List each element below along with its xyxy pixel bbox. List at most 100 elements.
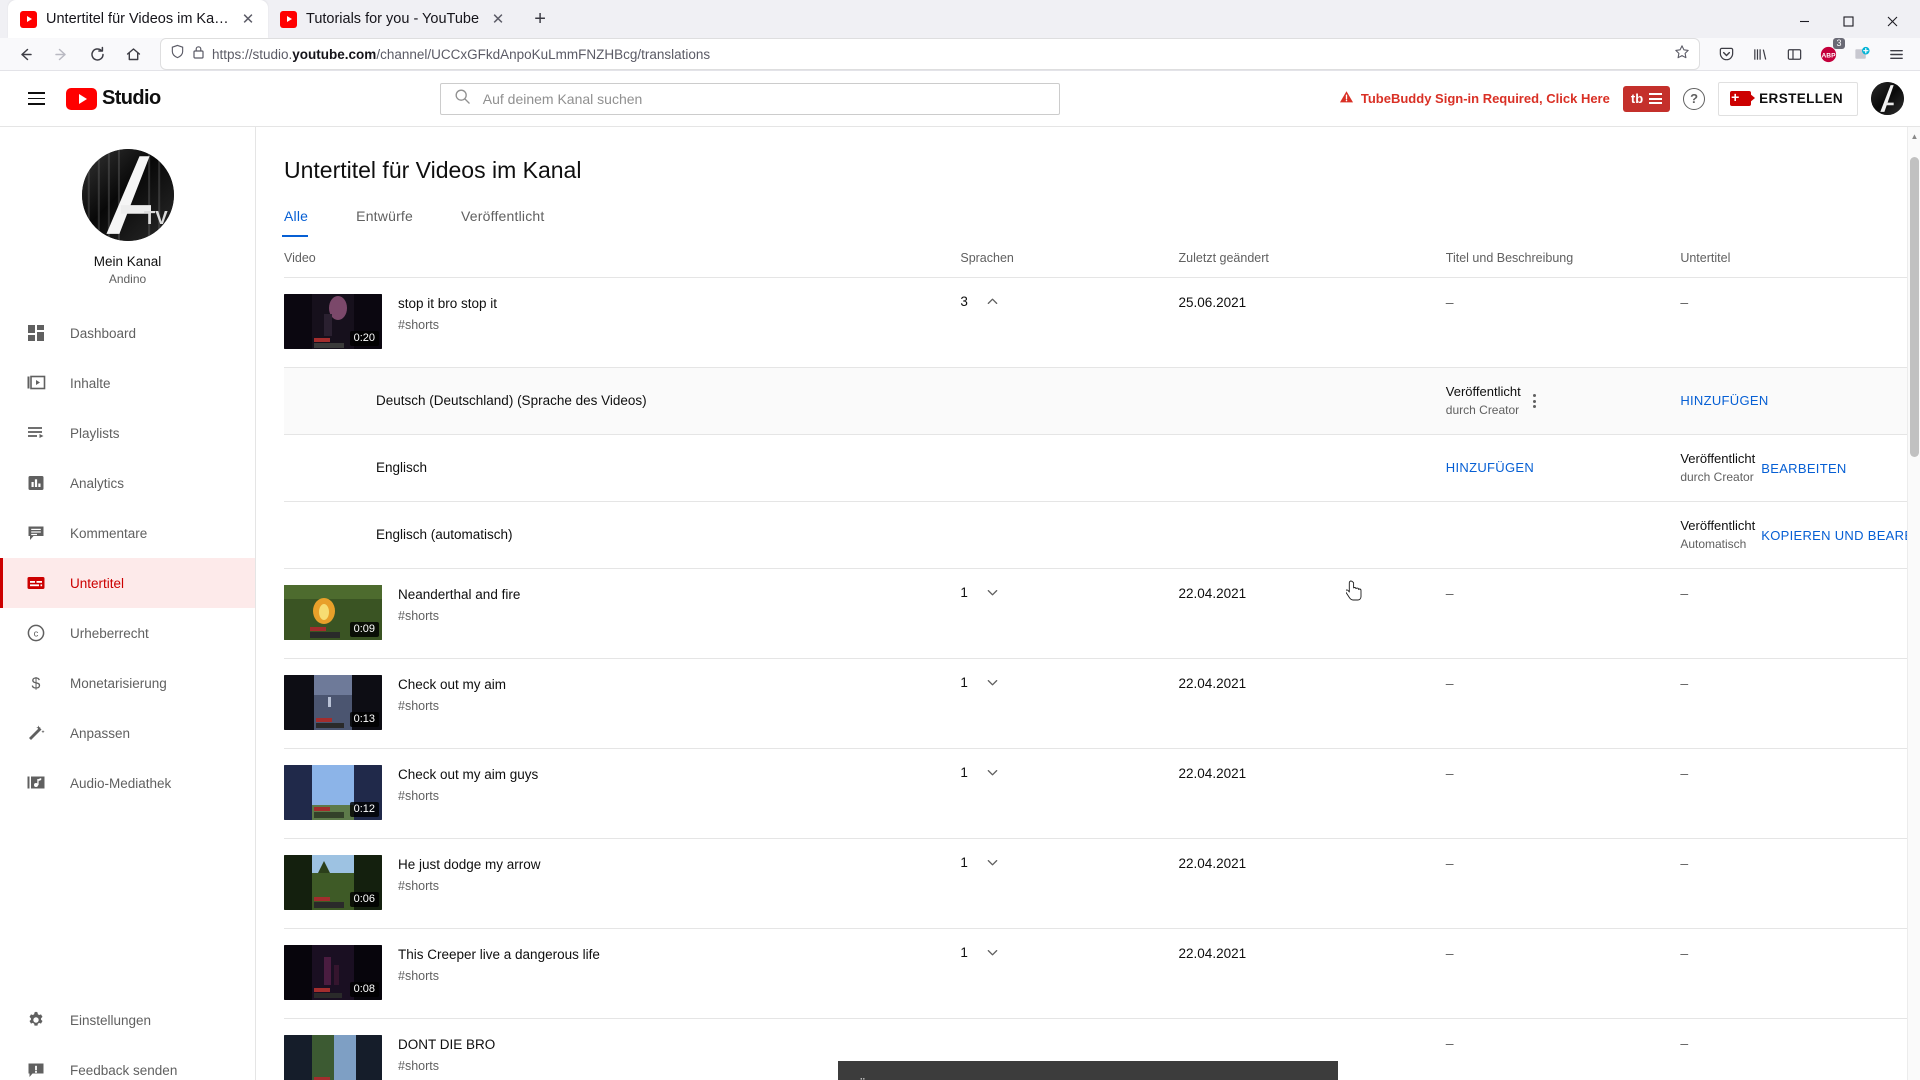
languages-cell[interactable]: 1 <box>960 945 1178 960</box>
browser-tab-2[interactable]: Tutorials for you - YouTube ✕ <box>268 0 518 38</box>
sidebar-item-audio-mediathek[interactable]: Audio-Mediathek <box>0 758 255 808</box>
channel-avatar[interactable]: TV <box>81 149 174 241</box>
forward-icon[interactable] <box>44 38 78 70</box>
back-icon[interactable] <box>8 38 42 70</box>
sidebar-item-playlists[interactable]: Playlists <box>0 408 255 458</box>
maximize-button[interactable] <box>1826 4 1870 38</box>
library-icon[interactable] <box>1744 38 1776 70</box>
scrollbar-thumb[interactable] <box>1910 157 1919 457</box>
language-row[interactable]: Englisch (automatisch) Veröffentlicht Au… <box>284 501 1920 569</box>
search-input[interactable]: Auf deinem Kanal suchen <box>439 82 1060 115</box>
chevron-down-icon[interactable] <box>985 855 1000 870</box>
column-header-video: Video <box>284 237 961 278</box>
sidebar-item-feedback[interactable]: Feedback senden <box>0 1045 255 1080</box>
chevron-down-icon[interactable] <box>985 765 1000 780</box>
home-icon[interactable] <box>116 38 150 70</box>
studio-logo-text: Studio <box>102 87 161 109</box>
close-icon[interactable]: ✕ <box>488 9 508 29</box>
reload-icon[interactable] <box>80 38 114 70</box>
close-window-button[interactable] <box>1870 4 1914 38</box>
browser-tab-1[interactable]: Untertitel für Videos im Kanal - ✕ <box>8 0 268 38</box>
table-row[interactable]: 0:08 This Creeper live a dangerous life … <box>284 928 1920 1019</box>
language-name: Deutsch (Deutschland) (Sprache des Video… <box>376 393 647 408</box>
language-count: 3 <box>960 294 968 309</box>
video-thumbnail[interactable]: 0:08 <box>284 945 382 1000</box>
video-duration: 0:09 <box>349 622 379 637</box>
sidebar-item-kommentare[interactable]: Kommentare <box>0 508 255 558</box>
table-row[interactable]: 0:20 stop it bro stop it #shorts 3 25.06… <box>284 277 1920 368</box>
scrollbar[interactable]: ▲ ▼ <box>1907 127 1920 1080</box>
title-desc-action-link[interactable]: HINZUFÜGEN <box>1446 460 1534 475</box>
tab-veroeffentlicht[interactable]: Veröffentlicht <box>461 208 567 237</box>
video-cell: 0:08 This Creeper live a dangerous life … <box>284 945 960 1000</box>
feedback-icon <box>24 1058 48 1080</box>
video-thumbnail[interactable]: 0:20 <box>284 294 382 349</box>
chevron-down-icon[interactable] <box>985 675 1000 690</box>
hamburger-menu-icon[interactable] <box>16 79 56 119</box>
video-duration: 0:20 <box>349 331 379 346</box>
languages-cell[interactable]: 1 <box>960 585 1178 600</box>
column-header-title-desc: Titel und Beschreibung <box>1445 237 1681 278</box>
youtube-icon <box>20 10 37 28</box>
pocket-icon[interactable] <box>1710 38 1742 70</box>
shield-icon[interactable] <box>170 44 185 64</box>
sidebar-item-monetarisierung[interactable]: $ Monetarisierung <box>0 658 255 708</box>
subtitles-action-link[interactable]: HINZUFÜGEN <box>1680 393 1768 408</box>
sidebar-item-label: Feedback senden <box>70 1062 178 1078</box>
extension-icon[interactable] <box>1846 38 1878 70</box>
column-header-languages: Sprachen <box>960 237 1179 278</box>
video-thumbnail[interactable]: 0:06 <box>284 855 382 910</box>
sidebar-icon[interactable] <box>1778 38 1810 70</box>
studio-logo[interactable]: Studio <box>66 87 161 110</box>
language-row[interactable]: Englisch HINZUFÜGEN Veröffentlicht durch… <box>284 434 1920 502</box>
video-thumbnail[interactable]: 0:09 <box>284 585 382 640</box>
tab-entwuerfe[interactable]: Entwürfe <box>356 208 435 237</box>
tubebuddy-warning[interactable]: TubeBuddy Sign-in Required, Click Here <box>1339 90 1610 107</box>
sidebar-item-analytics[interactable]: Analytics <box>0 458 255 508</box>
status-main: Veröffentlicht <box>1680 518 1756 533</box>
help-icon[interactable]: ? <box>1683 87 1706 110</box>
new-tab-button[interactable]: + <box>524 3 556 35</box>
table-row[interactable]: 0:09 Neanderthal and fire #shorts 1 22.0… <box>284 568 1920 659</box>
video-thumbnail[interactable]: 0:12 <box>284 765 382 820</box>
menu-icon[interactable] <box>1880 38 1912 70</box>
adblock-icon[interactable]: ABP 3 <box>1812 38 1845 70</box>
languages-cell[interactable]: 1 <box>960 675 1178 690</box>
video-tag: #shorts <box>398 879 439 893</box>
minimize-button[interactable] <box>1782 4 1826 38</box>
sidebar-item-untertitel[interactable]: Untertitel <box>0 558 255 608</box>
sidebar-item-einstellungen[interactable]: Einstellungen <box>0 995 255 1045</box>
sidebar-item-dashboard[interactable]: Dashboard <box>0 308 255 358</box>
video-thumbnail[interactable] <box>284 1035 382 1080</box>
table-row[interactable]: 0:12 Check out my aim guys #shorts 1 22.… <box>284 748 1920 839</box>
languages-cell[interactable]: 1 <box>960 765 1178 780</box>
video-tag: #shorts <box>398 1059 439 1073</box>
tab-alle[interactable]: Alle <box>281 208 330 237</box>
subtitles-action-link[interactable]: BEARBEITEN <box>1761 461 1846 476</box>
modified-date: 22.04.2021 <box>1178 586 1247 601</box>
bookmark-star-icon[interactable] <box>1674 44 1690 65</box>
title-desc-value: – <box>1445 765 1454 781</box>
scroll-up-icon[interactable]: ▲ <box>1908 129 1920 143</box>
table-row[interactable]: 0:13 Check out my aim #shorts 1 22.04.20… <box>284 658 1920 749</box>
table-row[interactable]: 0:06 He just dodge my arrow #shorts 1 22… <box>284 838 1920 929</box>
tubebuddy-button[interactable]: tb <box>1622 85 1671 112</box>
window-controls <box>1782 4 1914 38</box>
sidebar-item-urheberrecht[interactable]: c Urheberrecht <box>0 608 255 658</box>
create-button[interactable]: ERSTELLEN <box>1718 81 1858 116</box>
languages-cell[interactable]: 3 <box>960 294 1178 309</box>
chevron-up-icon[interactable] <box>985 294 1000 309</box>
avatar[interactable] <box>1871 82 1904 115</box>
languages-cell[interactable]: 1 <box>960 855 1178 870</box>
chevron-down-icon[interactable] <box>985 945 1000 960</box>
chevron-down-icon[interactable] <box>985 585 1000 600</box>
video-thumbnail[interactable]: 0:13 <box>284 675 382 730</box>
more-options-icon[interactable] <box>1527 390 1542 412</box>
address-bar[interactable]: https://studio.youtube.com/channel/UCCxG… <box>160 38 1700 70</box>
language-row[interactable]: Deutsch (Deutschland) (Sprache des Video… <box>284 367 1920 435</box>
title-desc-value: – <box>1445 585 1454 601</box>
sidebar-item-anpassen[interactable]: Anpassen <box>0 708 255 758</box>
sidebar-item-inhalte[interactable]: Inhalte <box>0 358 255 408</box>
close-icon[interactable]: ✕ <box>238 9 258 29</box>
subtitles-action-link[interactable]: KOPIEREN UND BEARBEITEN <box>1761 528 1920 543</box>
